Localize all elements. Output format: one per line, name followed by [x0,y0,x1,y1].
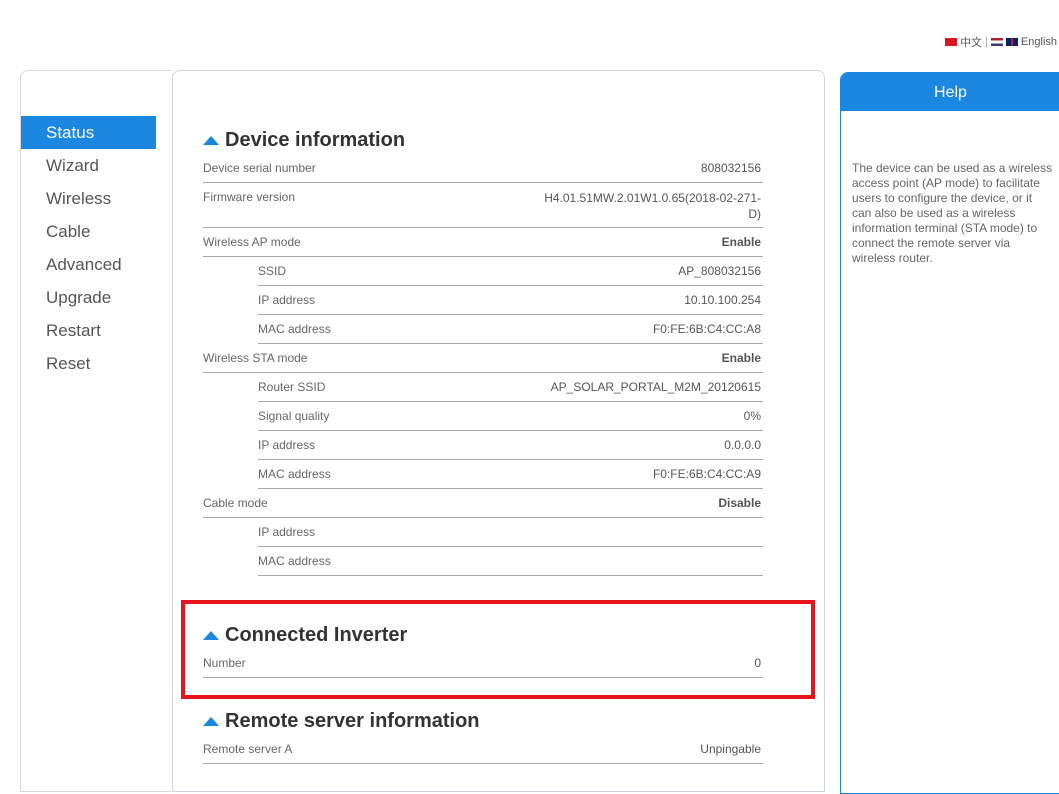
remote-server-section: Remote server information Remote server … [203,707,763,764]
section-title: Remote server information [225,709,480,732]
field-label: Device serial number [203,161,316,175]
device-information-section: Device information Device serial number … [203,126,763,576]
sta-mac-address-row: MAC address F0:FE:6B:C4:CC:A9 [258,460,763,489]
china-flag-icon [945,38,958,46]
field-label: SSID [258,264,287,278]
english-language-link[interactable]: English [1021,36,1057,48]
field-label: IP address [258,438,316,452]
field-label: MAC address [258,467,331,481]
sidebar-item-wizard[interactable]: Wizard [21,149,171,182]
cable-mode-row: Cable mode Disable [203,489,763,518]
help-title: Help [841,73,1059,111]
sidebar-item-cable[interactable]: Cable [21,215,171,248]
sidebar-item-advanced[interactable]: Advanced [21,248,171,281]
help-text: The device can be used as a wireless acc… [852,161,1053,265]
field-value: Enable [721,351,761,365]
field-label: Firmware version [203,190,296,204]
signal-quality-row: Signal quality 0% [258,402,763,431]
field-value: F0:FE:6B:C4:CC:A8 [652,322,761,336]
sidebar-item-upgrade[interactable]: Upgrade [21,281,171,314]
cable-ip-address-row: IP address [258,518,763,547]
ap-ssid-row: SSID AP_808032156 [258,257,763,286]
field-value: Disable [718,496,761,510]
field-label: MAC address [258,554,331,568]
field-value: Unpingable [700,742,761,756]
field-label: IP address [258,525,316,539]
field-label: Router SSID [258,380,326,394]
field-value: H4.01.51MW.2.01W1.0.65(2018-02-271-D) [544,191,761,221]
sidebar-item-reset[interactable]: Reset [21,347,171,380]
sidebar-item-wireless[interactable]: Wireless [21,182,171,215]
help-panel: Help The device can be used as a wireles… [840,72,1059,794]
field-value: AP_808032156 [678,264,761,278]
field-label: Cable mode [203,496,268,510]
connected-inverter-header[interactable]: Connected Inverter [203,621,763,649]
sta-ip-address-row: IP address 0.0.0.0 [258,431,763,460]
device-information-header[interactable]: Device information [203,126,763,154]
field-value: 0 [754,656,761,670]
uk-flag-icon [1005,38,1018,46]
field-value: Enable [721,235,761,249]
cable-mac-address-row: MAC address [258,547,763,576]
sidebar-item-restart[interactable]: Restart [21,314,171,347]
field-label: Number [203,656,246,670]
field-value: 10.10.100.254 [684,293,761,307]
field-value: AP_SOLAR_PORTAL_M2M_20120615 [550,380,761,394]
field-value: 0% [743,409,761,423]
main-panel: Device information Device serial number … [172,70,825,792]
sidebar: Status Wizard Wireless Cable Advanced Up… [20,70,171,792]
field-label: IP address [258,293,316,307]
remote-server-a-row: Remote server A Unpingable [203,735,763,764]
field-value: F0:FE:6B:C4:CC:A9 [652,467,761,481]
language-selector: 中文 | English [945,34,1057,50]
sidebar-menu: Status Wizard Wireless Cable Advanced Up… [21,116,171,380]
wireless-sta-mode-row: Wireless STA mode Enable [203,344,763,373]
inverter-number-row: Number 0 [203,649,763,678]
remote-server-header[interactable]: Remote server information [203,707,763,735]
field-value: 808032156 [700,161,761,175]
field-label: Signal quality [258,409,330,423]
collapse-caret-icon[interactable] [203,716,219,726]
field-label: Wireless STA mode [203,351,308,365]
section-title: Connected Inverter [225,623,408,646]
firmware-version-row: Firmware version H4.01.51MW.2.01W1.0.65(… [203,183,763,228]
ap-mac-address-row: MAC address F0:FE:6B:C4:CC:A8 [258,315,763,344]
field-label: MAC address [258,322,331,336]
field-label: Remote server A [203,742,293,756]
wireless-ap-mode-row: Wireless AP mode Enable [203,228,763,257]
language-separator: | [985,36,988,48]
field-value: 0.0.0.0 [724,438,761,452]
router-ssid-row: Router SSID AP_SOLAR_PORTAL_M2M_20120615 [258,373,763,402]
device-serial-row: Device serial number 808032156 [203,154,763,183]
section-title: Device information [225,128,406,151]
sidebar-item-status[interactable]: Status [21,116,156,149]
ap-ip-address-row: IP address 10.10.100.254 [258,286,763,315]
field-label: Wireless AP mode [203,235,301,249]
chinese-language-link[interactable]: 中文 [960,34,982,50]
collapse-caret-icon[interactable] [203,630,219,640]
connected-inverter-section: Connected Inverter Number 0 [203,621,763,678]
collapse-caret-icon[interactable] [203,135,219,145]
us-flag-icon [990,38,1003,46]
